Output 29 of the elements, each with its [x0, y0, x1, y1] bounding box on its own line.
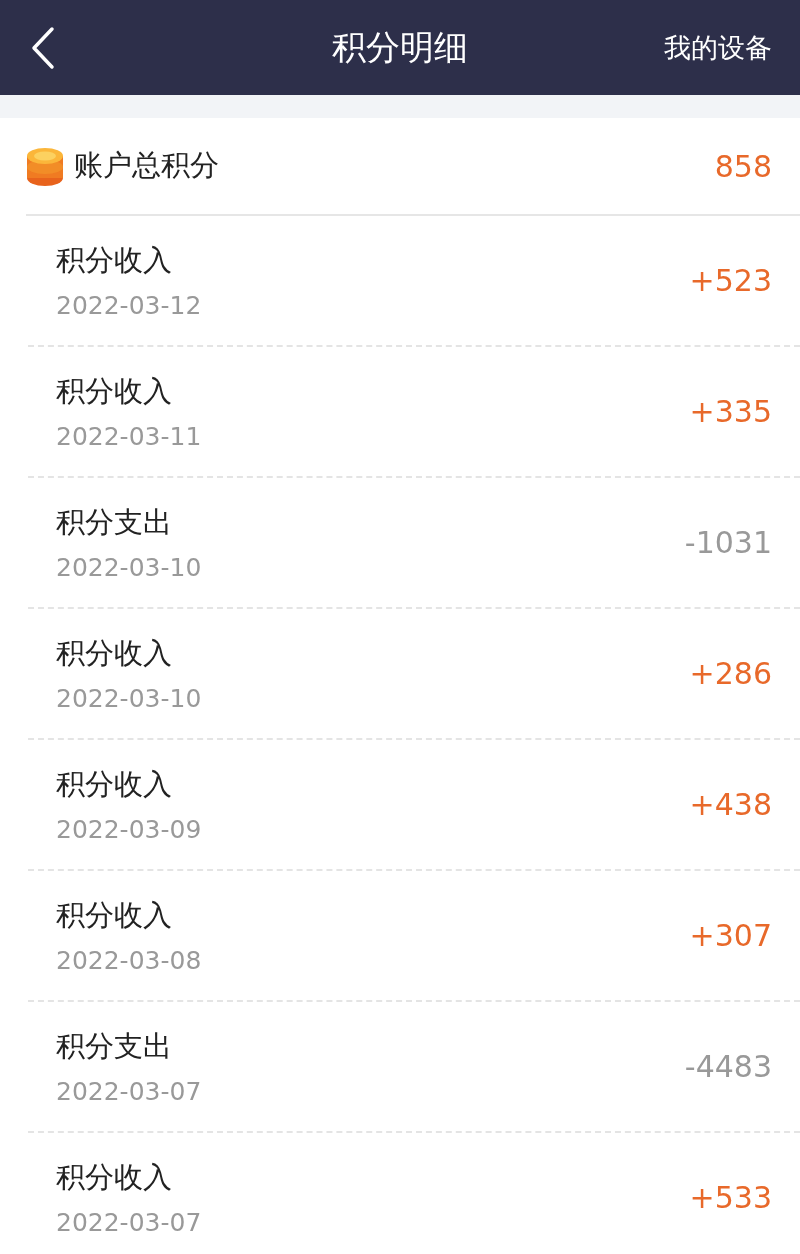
record-amount: +533 [689, 1180, 772, 1215]
record-title: 积分收入 [56, 766, 173, 803]
record-amount: -1031 [684, 525, 772, 560]
total-points-value: 858 [714, 148, 772, 184]
record-title: 积分收入 [56, 1159, 173, 1196]
record-amount: +307 [689, 918, 772, 953]
record-title: 积分支出 [56, 504, 173, 541]
record-amount: +523 [689, 263, 772, 298]
total-points-label: 账户总积分 [74, 147, 220, 184]
record-date: 2022-03-12 [56, 291, 203, 320]
record-amount: -4483 [684, 1049, 772, 1084]
record-title: 积分收入 [56, 373, 173, 410]
record-date: 2022-03-08 [56, 946, 203, 975]
back-button[interactable] [30, 25, 56, 70]
record-date: 2022-03-09 [56, 815, 203, 844]
my-devices-button[interactable]: 我的设备 [664, 29, 772, 66]
record-amount: +335 [689, 394, 772, 429]
record-date: 2022-03-10 [56, 553, 203, 582]
page-title: 积分明细 [332, 25, 468, 69]
record-date: 2022-03-11 [56, 422, 203, 451]
record-amount: +438 [689, 787, 772, 822]
record-amount: +286 [689, 656, 772, 691]
record-title: 积分收入 [56, 635, 173, 672]
record-date: 2022-03-07 [56, 1208, 203, 1237]
record-date: 2022-03-10 [56, 684, 203, 713]
record-title: 积分收入 [56, 897, 173, 934]
record-date: 2022-03-07 [56, 1077, 203, 1106]
record-title: 积分收入 [56, 242, 173, 279]
record-title: 积分支出 [56, 1028, 173, 1065]
